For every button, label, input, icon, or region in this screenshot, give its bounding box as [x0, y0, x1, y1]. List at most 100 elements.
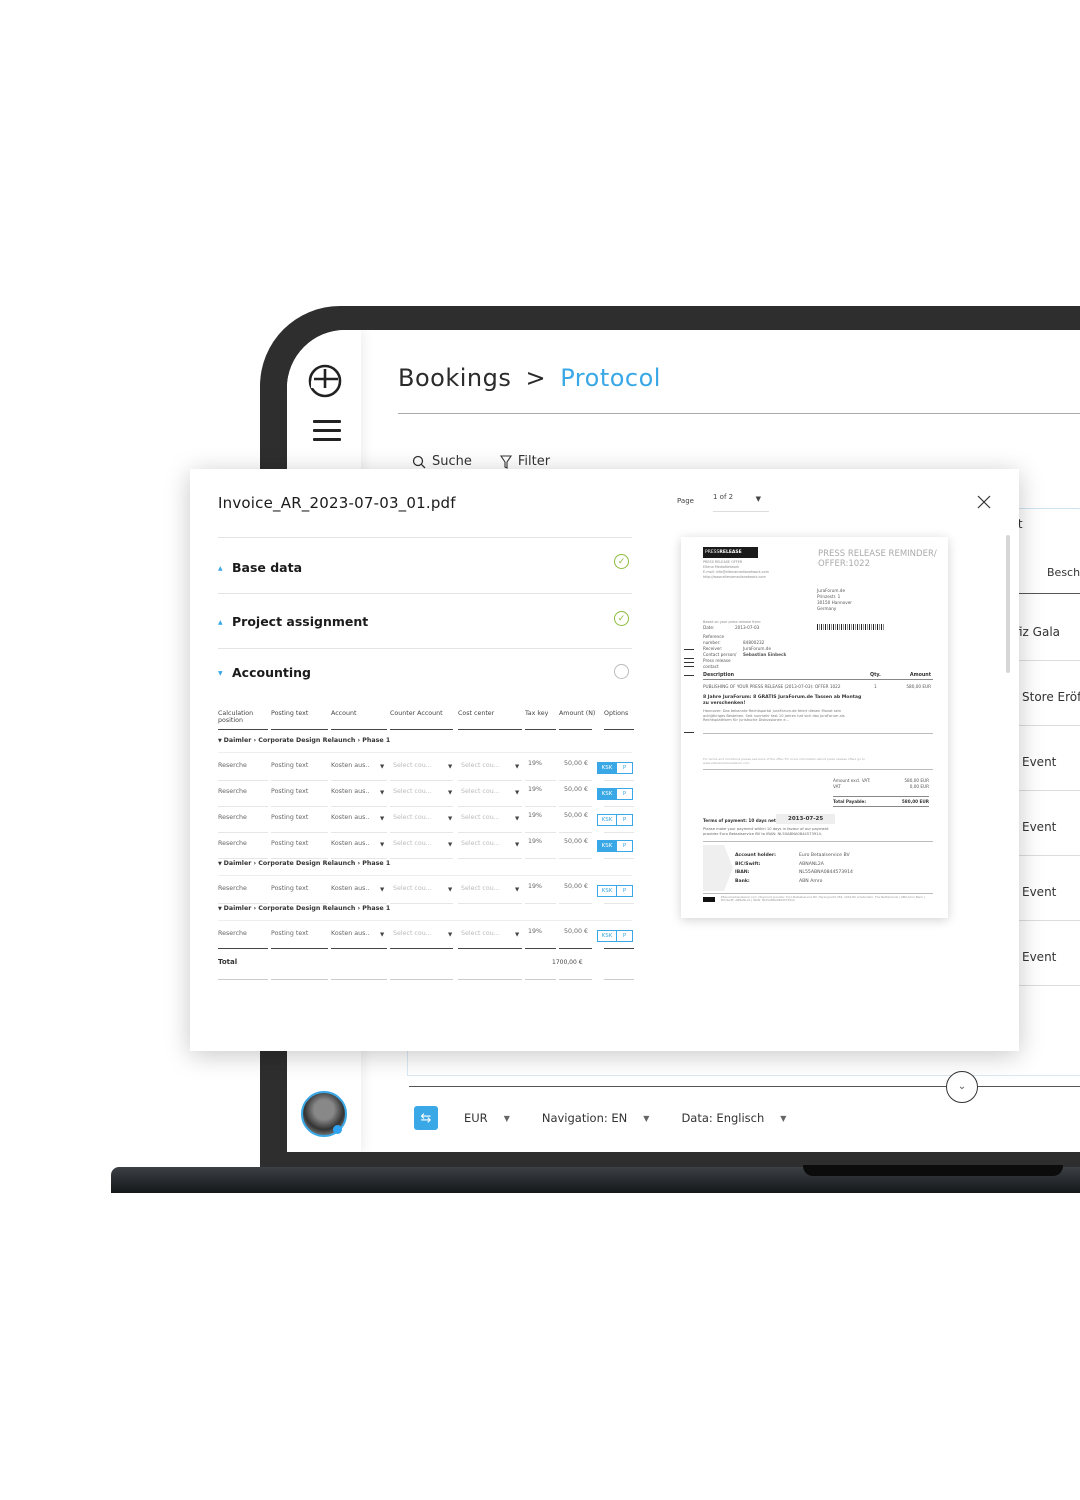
amount-input[interactable]: 50,00 € — [564, 928, 588, 935]
dropdown-caret-icon[interactable]: ▼ — [515, 764, 519, 770]
dropdown-caret-icon[interactable]: ▼ — [515, 842, 519, 848]
section-project-assignment[interactable]: ▲ Project assignment ✓ — [218, 611, 632, 634]
dropdown-caret-icon[interactable]: ▼ — [515, 790, 519, 796]
dropdown-caret-icon[interactable]: ▼ — [380, 842, 384, 848]
amount-input[interactable]: 50,00 € — [564, 786, 588, 793]
ksk-toggle-button[interactable]: KSK — [598, 789, 617, 799]
counter-account-select[interactable]: Select cou... — [393, 788, 432, 795]
data-language-value: Data: Englisch — [681, 1111, 765, 1125]
dropdown-caret-icon[interactable]: ▼ — [448, 816, 452, 822]
p-toggle-button[interactable]: P — [617, 763, 632, 773]
currency-select[interactable]: EUR ▼ — [464, 1111, 510, 1125]
amount-input[interactable]: 50,00 € — [564, 760, 588, 767]
cost-center-select[interactable]: Select cou... — [461, 814, 500, 821]
account-select[interactable]: Kosten aus.. — [331, 762, 369, 769]
account-select[interactable]: Kosten aus.. — [331, 788, 369, 795]
close-icon[interactable] — [976, 494, 992, 510]
cost-center-select[interactable]: Select cou... — [461, 762, 500, 769]
pdf-scrollbar[interactable] — [1006, 535, 1010, 673]
counter-account-select[interactable]: Select cou... — [393, 885, 432, 892]
dropdown-caret-icon[interactable]: ▼ — [515, 816, 519, 822]
p-toggle-button[interactable]: P — [617, 886, 632, 896]
dropdown-caret-icon[interactable]: ▼ — [448, 790, 452, 796]
swap-arrows-button[interactable]: ⇆ — [414, 1106, 438, 1130]
cell-underline — [271, 903, 328, 904]
p-toggle-button[interactable]: P — [617, 815, 632, 825]
counter-account-select[interactable]: Select cou... — [393, 814, 432, 821]
page-select[interactable]: 1 of 2 ▼ — [713, 493, 769, 512]
p-toggle-button[interactable]: P — [617, 841, 632, 851]
dropdown-caret-icon[interactable]: ▼ — [448, 764, 452, 770]
tax-key-cell[interactable]: 19% — [528, 786, 542, 793]
bookings-row-description[interactable]: Event — [1022, 755, 1056, 769]
data-language-select[interactable]: Data: Englisch ▼ — [681, 1111, 786, 1125]
counter-account-select[interactable]: Select cou... — [393, 762, 432, 769]
ksk-toggle-button[interactable]: KSK — [598, 815, 617, 825]
ksk-toggle-button[interactable]: KSK — [598, 841, 617, 851]
account-select[interactable]: Kosten aus.. — [331, 885, 369, 892]
bookings-row-description[interactable]: Event — [1022, 820, 1056, 834]
tax-key-cell[interactable]: 19% — [528, 838, 542, 845]
counter-account-select[interactable]: Select cou... — [393, 930, 432, 937]
dropdown-caret-icon[interactable]: ▼ — [515, 887, 519, 893]
options-toggle[interactable]: KSK P — [597, 814, 633, 826]
posting-text-input[interactable]: Posting text — [271, 930, 308, 937]
logo-plus-circle-icon[interactable] — [308, 364, 342, 398]
account-select[interactable]: Kosten aus.. — [331, 840, 369, 847]
posting-text-input[interactable]: Posting text — [271, 840, 308, 847]
bookings-row-description[interactable]: Event — [1022, 950, 1056, 964]
options-toggle[interactable]: KSK P — [597, 762, 633, 774]
dropdown-caret-icon[interactable]: ▼ — [515, 932, 519, 938]
project-group-toggle[interactable]: ▼ Daimler › Corporate Design Relaunch › … — [218, 905, 390, 912]
cost-center-select[interactable]: Select cou... — [461, 930, 500, 937]
cost-center-select[interactable]: Select cou... — [461, 840, 500, 847]
filter-button[interactable]: Filter — [499, 454, 550, 469]
account-select[interactable]: Kosten aus.. — [331, 930, 369, 937]
ksk-toggle-button[interactable]: KSK — [598, 763, 617, 773]
posting-text-input[interactable]: Posting text — [271, 885, 308, 892]
breadcrumb: Bookings > Protocol — [398, 364, 661, 392]
posting-text-input[interactable]: Posting text — [271, 762, 308, 769]
tax-key-cell[interactable]: 19% — [528, 883, 542, 890]
ksk-toggle-button[interactable]: KSK — [598, 886, 617, 896]
section-accounting[interactable]: ▼ Accounting — [218, 664, 632, 685]
amount-input[interactable]: 50,00 € — [564, 812, 588, 819]
dropdown-caret-icon[interactable]: ▼ — [380, 764, 384, 770]
bookings-row-description[interactable]: Event — [1022, 885, 1056, 899]
tax-key-cell[interactable]: 19% — [528, 928, 542, 935]
dropdown-caret-icon[interactable]: ▼ — [380, 932, 384, 938]
tax-key-cell[interactable]: 19% — [528, 812, 542, 819]
options-toggle[interactable]: KSK P — [597, 840, 633, 852]
p-toggle-button[interactable]: P — [617, 789, 632, 799]
project-group-toggle[interactable]: ▼ Daimler › Corporate Design Relaunch › … — [218, 860, 390, 867]
account-select[interactable]: Kosten aus.. — [331, 814, 369, 821]
dropdown-caret-icon[interactable]: ▼ — [448, 842, 452, 848]
amount-input[interactable]: 50,00 € — [564, 883, 588, 890]
bookings-row-description[interactable]: fiz Gala — [1015, 625, 1060, 639]
posting-text-input[interactable]: Posting text — [271, 788, 308, 795]
dropdown-caret-icon[interactable]: ▼ — [380, 887, 384, 893]
tax-key-cell[interactable]: 19% — [528, 760, 542, 767]
dropdown-caret-icon[interactable]: ▼ — [380, 816, 384, 822]
project-group-toggle[interactable]: ▼ Daimler › Corporate Design Relaunch › … — [218, 737, 390, 744]
bookings-row-description[interactable]: Store Eröff — [1022, 690, 1080, 704]
p-toggle-button[interactable]: P — [617, 931, 632, 941]
search-button[interactable]: Suche — [412, 454, 472, 469]
dropdown-caret-icon[interactable]: ▼ — [448, 932, 452, 938]
dropdown-caret-icon[interactable]: ▼ — [380, 790, 384, 796]
dropdown-caret-icon[interactable]: ▼ — [448, 887, 452, 893]
amount-input[interactable]: 50,00 € — [564, 838, 588, 845]
ksk-toggle-button[interactable]: KSK — [598, 931, 617, 941]
hamburger-menu-icon[interactable] — [313, 420, 341, 444]
section-base-data[interactable]: ▲ Base data ✓ — [218, 554, 632, 580]
options-toggle[interactable]: KSK P — [597, 930, 633, 942]
cost-center-select[interactable]: Select cou... — [461, 788, 500, 795]
counter-account-select[interactable]: Select cou... — [393, 840, 432, 847]
scroll-down-button[interactable]: ⌄ — [946, 1071, 978, 1103]
breadcrumb-bookings[interactable]: Bookings — [398, 364, 511, 392]
navigation-language-select[interactable]: Navigation: EN ▼ — [542, 1111, 650, 1125]
options-toggle[interactable]: KSK P — [597, 885, 633, 897]
cost-center-select[interactable]: Select cou... — [461, 885, 500, 892]
options-toggle[interactable]: KSK P — [597, 788, 633, 800]
posting-text-input[interactable]: Posting text — [271, 814, 308, 821]
